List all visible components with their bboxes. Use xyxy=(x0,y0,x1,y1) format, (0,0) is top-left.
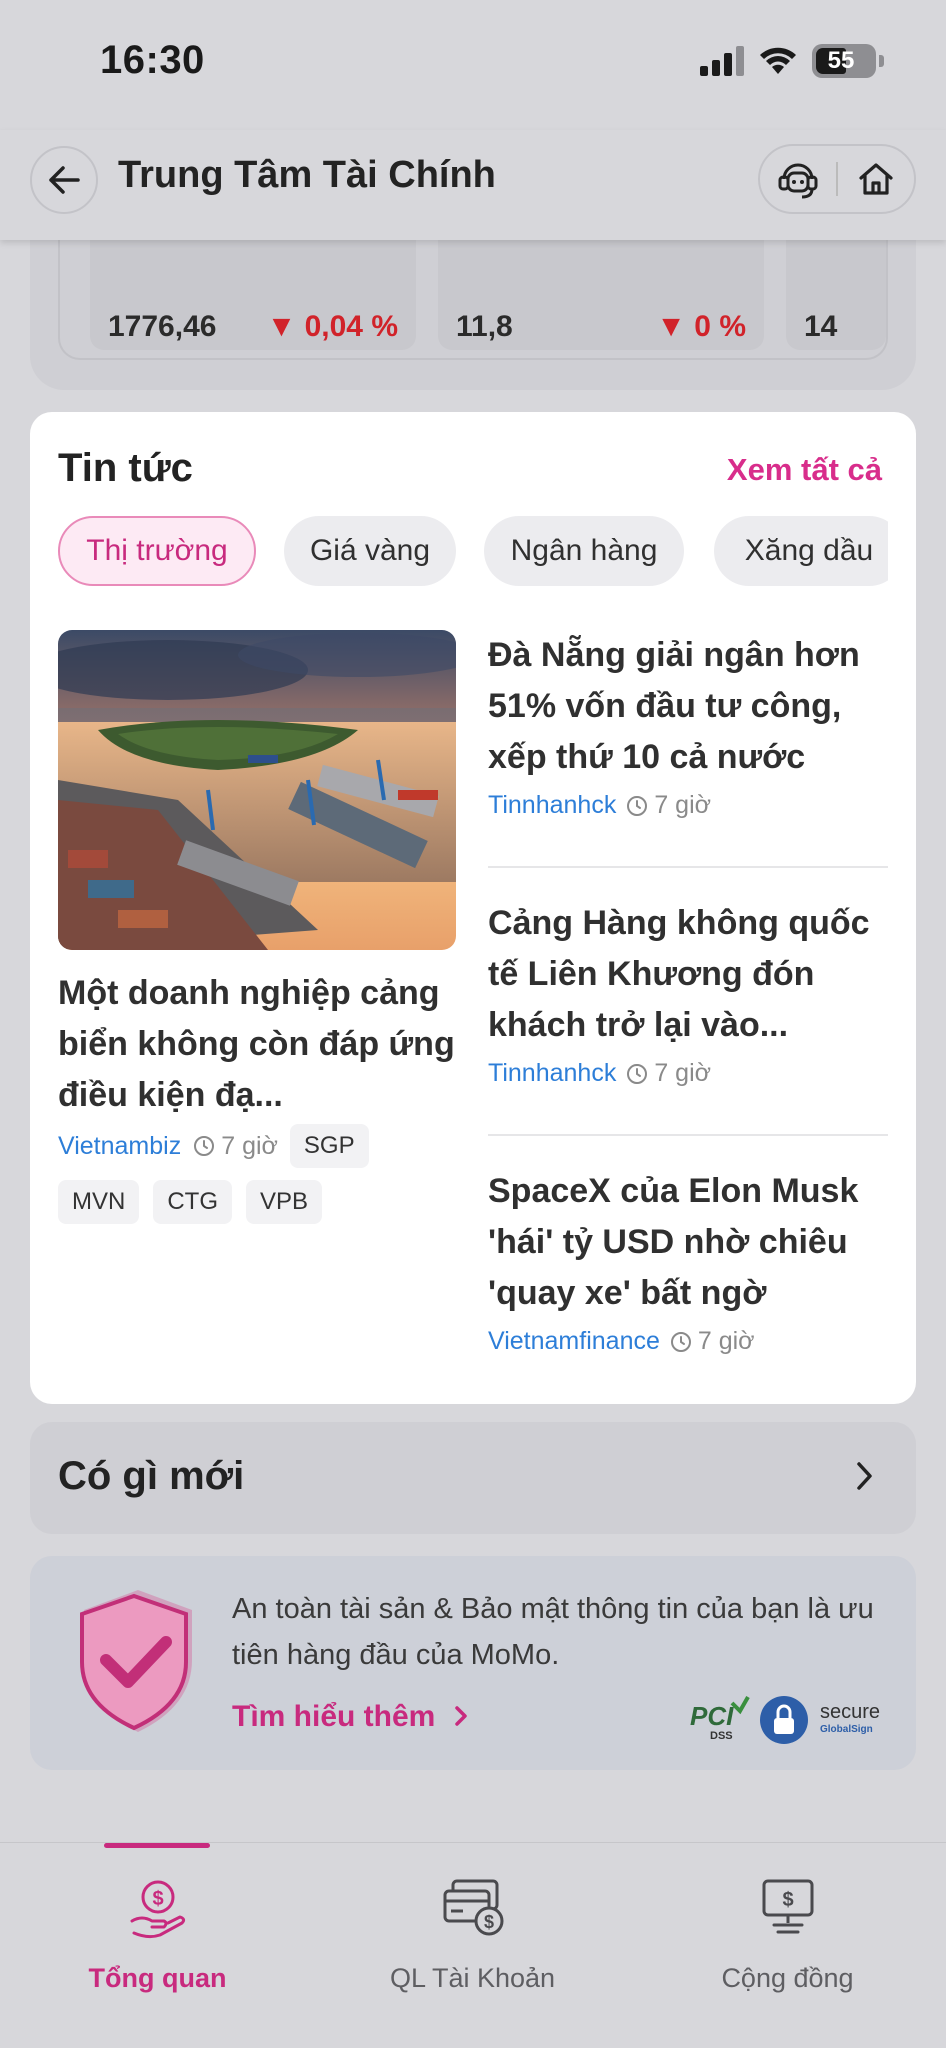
tab-label: Cộng đồng xyxy=(721,1963,854,1993)
index-change: ▼ 0 % xyxy=(656,310,746,343)
stock-tag[interactable]: CTG xyxy=(153,1180,233,1224)
battery-level: 55 xyxy=(827,47,855,74)
chip-thi-truong[interactable]: Thị trường xyxy=(58,516,256,586)
svg-text:GlobalSign: GlobalSign xyxy=(820,1724,873,1735)
whats-new-row[interactable]: Có gì mới xyxy=(30,1422,916,1534)
signal-icon xyxy=(700,46,744,76)
featured-article-image[interactable] xyxy=(58,630,456,950)
article-source[interactable]: Vietnamfinance xyxy=(488,1327,660,1356)
article-source[interactable]: Tinnhanhck xyxy=(488,1059,616,1088)
article-time: 7 giờ xyxy=(670,1327,755,1356)
news-item-meta: Vietnamfinance 7 giờ xyxy=(488,1327,888,1356)
ssl-lock-logo xyxy=(760,1696,808,1744)
status-bar: 16:30 55 xyxy=(0,0,946,130)
clock-icon xyxy=(194,1136,215,1156)
article-source[interactable]: Vietnambiz xyxy=(58,1132,181,1161)
article-time: 7 giờ xyxy=(626,1059,711,1088)
home-icon xyxy=(859,163,893,195)
index-value: 11,8 xyxy=(456,310,513,343)
chip-xang-dau[interactable]: Xăng dầu xyxy=(714,516,888,586)
news-section-title: Tin tức xyxy=(58,446,193,490)
security-badges: PCI DSS secure GlobalSign xyxy=(688,1694,888,1746)
news-item[interactable]: Đà Nẵng giải ngân hơn 51% vốn đầu tư côn… xyxy=(488,630,888,820)
shield-check-icon xyxy=(80,1590,192,1732)
page-title: Trung Tâm Tài Chính xyxy=(118,154,496,196)
see-all-link[interactable]: Xem tất cả xyxy=(727,452,882,488)
arrow-left-icon xyxy=(49,166,80,194)
news-item-meta: Tinnhanhck 7 giờ xyxy=(488,791,888,820)
index-item[interactable]: 11,8 ▼ 0 % xyxy=(438,230,764,350)
tab-tong-quan[interactable]: $ Tổng quan xyxy=(0,1843,315,2048)
globalsign-logo: secure GlobalSign xyxy=(820,1701,880,1735)
home-button[interactable] xyxy=(838,146,914,212)
news-item-meta: Tinnhanhck 7 giờ xyxy=(488,1059,888,1088)
featured-article-meta: Vietnambiz 7 giờ SGP xyxy=(58,1124,369,1168)
svg-text:secure: secure xyxy=(820,1701,880,1723)
featured-article-tags: MVN CTG VPB xyxy=(58,1180,323,1224)
news-category-chips: Thị trường Giá vàng Ngân hàng Xăng dầu xyxy=(58,516,888,588)
app-header: Trung Tâm Tài Chính xyxy=(0,130,946,240)
tab-label: QL Tài Khoản xyxy=(389,1963,556,1993)
index-value: 14 xyxy=(804,310,838,343)
clock-icon xyxy=(627,795,648,816)
tab-label: Tổng quan xyxy=(88,1963,227,1993)
security-text: An toàn tài sản & Bảo mật thông tin của … xyxy=(232,1593,874,1671)
index-change: ▼ 0,04 % xyxy=(266,310,398,343)
learn-more-link[interactable]: Tìm hiểu thêm xyxy=(232,1700,470,1734)
chevron-right-icon xyxy=(857,1462,872,1490)
divider xyxy=(488,866,888,868)
security-banner: An toàn tài sản & Bảo mật thông tin của … xyxy=(30,1556,916,1770)
news-item[interactable]: Cảng Hàng không quốc tế Liên Khương đón … xyxy=(488,898,888,1088)
back-button[interactable] xyxy=(30,146,98,214)
index-item[interactable]: 14 xyxy=(786,230,886,350)
header-actions xyxy=(758,144,916,214)
news-item-title: Đà Nẵng giải ngân hơn 51% vốn đầu tư côn… xyxy=(488,636,860,776)
index-item[interactable]: 1776,46 ▼ 0,04 % xyxy=(90,230,416,350)
clock-icon xyxy=(627,1063,648,1084)
svg-text:$: $ xyxy=(483,1912,493,1932)
wifi-icon xyxy=(760,47,796,74)
chevron-right-icon xyxy=(454,1706,467,1726)
tab-cong-dong[interactable]: $ Cộng đồng xyxy=(630,1843,945,2048)
news-item-title: SpaceX của Elon Musk 'hái' tỷ USD nhờ ch… xyxy=(488,1172,859,1312)
article-time: 7 giờ xyxy=(193,1132,278,1161)
svg-text:DSS: DSS xyxy=(710,1730,733,1742)
whats-new-title: Có gì mới xyxy=(58,1454,245,1498)
stock-tag[interactable]: MVN xyxy=(58,1180,140,1224)
monitor-dollar-icon: $ xyxy=(762,1879,813,1934)
support-agent-icon xyxy=(778,163,818,199)
bottom-tab-bar: $ Tổng quan $ QL Tài Khoản $ Cộng đồng xyxy=(0,1842,946,2048)
support-button[interactable] xyxy=(760,146,836,212)
status-time: 16:30 xyxy=(100,38,205,82)
divider xyxy=(488,1134,888,1136)
battery-icon: 55 xyxy=(812,44,876,78)
svg-text:$: $ xyxy=(782,1889,793,1911)
stock-tag[interactable]: VPB xyxy=(246,1180,323,1224)
chip-gia-vang[interactable]: Giá vàng xyxy=(284,516,456,586)
article-source[interactable]: Tinnhanhck xyxy=(488,791,616,820)
stock-tag[interactable]: SGP xyxy=(289,1124,369,1168)
pci-dss-logo: PCI DSS xyxy=(690,1696,750,1742)
tab-ql-tai-khoan[interactable]: $ QL Tài Khoản xyxy=(315,1843,630,2048)
news-item[interactable]: SpaceX của Elon Musk 'hái' tỷ USD nhờ ch… xyxy=(488,1166,888,1356)
clock-icon xyxy=(670,1331,691,1352)
svg-text:$: $ xyxy=(152,1888,163,1910)
port-photo xyxy=(58,630,456,950)
status-icons: 55 xyxy=(700,44,884,78)
news-card: Tin tức Xem tất cả Thị trường Giá vàng N… xyxy=(30,412,916,1404)
money-hand-icon: $ xyxy=(130,1880,185,1939)
chip-ngan-hang[interactable]: Ngân hàng xyxy=(484,516,684,586)
featured-article-title[interactable]: Một doanh nghiệp cảng biển không còn đáp… xyxy=(58,968,458,1121)
article-time: 7 giờ xyxy=(626,791,711,820)
index-value: 1776,46 xyxy=(108,310,217,343)
cards-dollar-icon: $ xyxy=(443,1879,503,1936)
news-item-title: Cảng Hàng không quốc tế Liên Khương đón … xyxy=(488,904,870,1044)
svg-text:PCI: PCI xyxy=(690,1701,734,1731)
